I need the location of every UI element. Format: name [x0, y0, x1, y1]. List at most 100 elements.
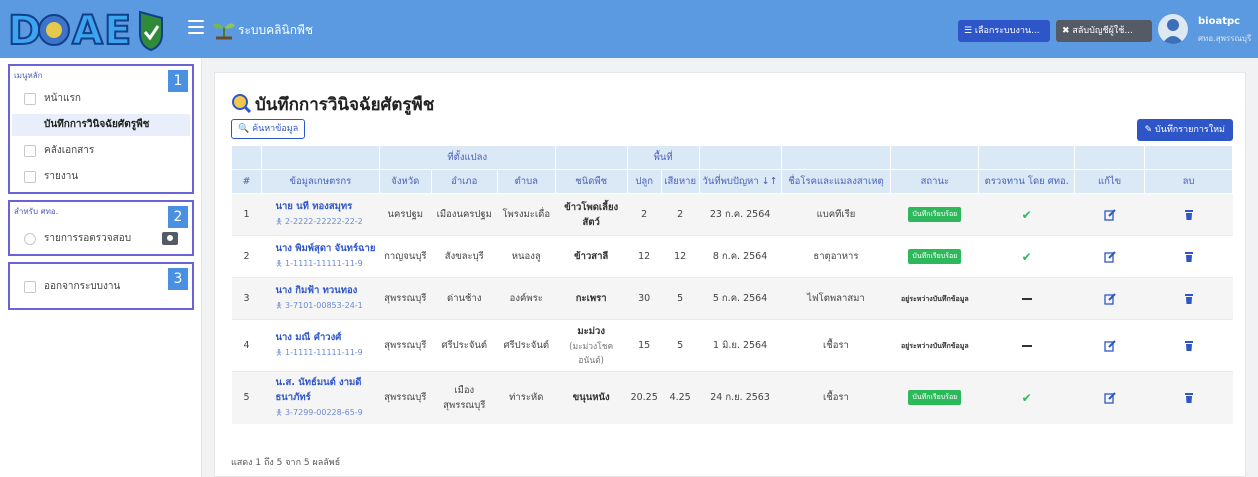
- subdistrict: โพรงมะเดื่อ: [502, 209, 551, 220]
- planted-area: 20.25: [630, 392, 658, 404]
- disease-name: ธาตุอาหาร: [813, 251, 859, 262]
- edit-icon[interactable]: [1103, 250, 1116, 263]
- table-row[interactable]: 2 นาง พิมพ์สุดา จันทร์ฉาย 🯅 1-1111-11111-1…: [231, 235, 1233, 278]
- district: ด่านช้าง: [447, 293, 482, 304]
- column-header[interactable]: วันที่พบปัญหา ↓↑: [698, 169, 782, 194]
- column-header[interactable]: แก้ไข: [1074, 169, 1146, 194]
- column-header[interactable]: จังหวัด: [378, 169, 432, 194]
- table-body: 1 นาย นที ทองสมุทร 🯅 2-2222-22222-22-2 นครป…: [231, 193, 1233, 424]
- plant-name: กะเพรา: [575, 293, 607, 304]
- damaged-area: 5: [677, 293, 684, 304]
- edit-icon[interactable]: [1103, 208, 1116, 221]
- edit-icon[interactable]: [1103, 292, 1116, 305]
- planted-area: 30: [638, 293, 651, 304]
- top-navbar: D A E ระบบคลินิกพืช ☰ เลือกระบบงาน... ✖ …: [0, 0, 1258, 58]
- found-date: 8 ก.ค. 2564: [712, 251, 768, 262]
- column-header[interactable]: ลบ: [1144, 169, 1233, 194]
- menu-toggle-icon[interactable]: [188, 20, 204, 34]
- select-system-button[interactable]: ☰ เลือกระบบงาน...: [958, 20, 1050, 42]
- column-header[interactable]: เสียหาย: [660, 169, 700, 194]
- trash-icon[interactable]: [1183, 293, 1195, 305]
- column-header[interactable]: ปลูก: [626, 169, 662, 194]
- status-badge: บันทึกเรียบร้อย: [908, 207, 962, 222]
- person-icon: 🯅: [275, 217, 286, 226]
- table-row[interactable]: 3 นาง กิมฟ้า ทวนทอง 🯅 3-7101-00853-24-1 สุพ…: [231, 277, 1233, 320]
- plant-name: ขนุนหนัง: [572, 392, 610, 404]
- app-title[interactable]: ระบบคลินิกพืช: [238, 21, 313, 40]
- pagination-info: แสดง 1 ถึง 5 จาก 5 ผลลัพธ์: [231, 458, 341, 468]
- table-row[interactable]: 4 นาง มณี คำวงศ์ 🯅 1-1111-11111-11-9 สุพรรณ…: [231, 319, 1233, 372]
- found-date: 1 มิ.ย. 2564: [713, 340, 768, 351]
- farmer-id: 🯅 1-1111-11111-11-9: [275, 348, 363, 357]
- province: นครปฐม: [387, 209, 424, 220]
- column-header[interactable]: อำเภอ: [430, 169, 498, 194]
- sidebar-item-reports[interactable]: รายงาน: [12, 166, 190, 188]
- content-card: บันทึกการวินิจฉัยศัตรูพืช 🔍 ค้นหาข้อมูล …: [214, 72, 1246, 477]
- trash-icon[interactable]: [1183, 251, 1195, 263]
- damaged-area: 12: [674, 251, 687, 262]
- section-number-badge: 2: [168, 206, 188, 228]
- plant-name: มะม่วง: [577, 326, 605, 337]
- doae-logo[interactable]: D A E: [6, 6, 186, 52]
- new-record-button[interactable]: ✎ บันทึกรายการใหม่: [1136, 119, 1233, 141]
- switch-account-button[interactable]: ✖ สลับบัญชีผู้ใช้...: [1056, 20, 1152, 42]
- page-title: บันทึกการวินิจฉัยศัตรูพืช: [255, 95, 435, 115]
- province: สุพรรณบุรี: [384, 340, 427, 351]
- sidebar-item-documents[interactable]: คลังเอกสาร: [12, 140, 190, 162]
- home-icon: [24, 93, 36, 105]
- svg-text:E: E: [104, 8, 131, 52]
- sidebar-section-main: เมนูหลัก 1 หน้าแรก บันทึกการวินิจฉัยศัตร…: [8, 64, 194, 194]
- check-icon: ✔: [1021, 249, 1032, 264]
- disease-name: แบคทีเรีย: [816, 209, 856, 220]
- district: สังขละบุรี: [444, 251, 484, 262]
- trash-icon[interactable]: [1183, 209, 1195, 221]
- sidebar-section-title: เมนูหลัก: [14, 71, 43, 80]
- farmer-name-link[interactable]: นาง มณี คำวงศ์: [275, 330, 376, 345]
- row-number: 4: [243, 340, 250, 351]
- table-column-header: # ข้อมูลเกษตรกร จังหวัด อำเภอ ตำบล ชนิดพืช ปลู…: [231, 169, 1233, 194]
- farmer-name-link[interactable]: นาง พิมพ์สุดา จันทร์ฉาย: [275, 241, 376, 256]
- farmer-name-link[interactable]: นาง กิมฟ้า ทวนทอง: [275, 283, 376, 298]
- column-header[interactable]: ชนิดพืช: [554, 169, 628, 194]
- plant-variety: (มะม่วงโชคอนันต์): [569, 342, 614, 366]
- sidebar-item-pending-review[interactable]: รายการรอตรวจสอบ: [12, 228, 190, 250]
- column-header[interactable]: #: [231, 169, 262, 194]
- farmer-name-link[interactable]: น.ส. นัทธ์มนต์ งามดีธนาภัทร์: [275, 375, 376, 405]
- column-header[interactable]: ตรวจทาน โดย ศทอ.: [978, 169, 1076, 194]
- district: เมืองสุพรรณบุรี: [443, 384, 486, 411]
- farmer-id: 🯅 3-7299-00228-65-9: [275, 407, 363, 417]
- group-header-area: พื้นที่: [626, 145, 700, 170]
- planted-area: 15: [638, 340, 651, 351]
- farmer-name-link[interactable]: นาย นที ทองสมุทร: [275, 199, 376, 214]
- sidebar-item-label: รายการรอตรวจสอบ: [44, 233, 132, 244]
- province: สุพรรณบุรี: [384, 392, 427, 404]
- column-header[interactable]: สถานะ: [890, 169, 980, 194]
- planted-area: 2: [641, 209, 648, 220]
- column-header[interactable]: ข้อมูลเกษตรกร: [260, 169, 380, 194]
- table-row[interactable]: 5 น.ส. นัทธ์มนต์ งามดีธนาภัทร์ 🯅 3-7299-00…: [231, 371, 1233, 424]
- sidebar-item-label: คลังเอกสาร: [44, 145, 95, 156]
- column-header[interactable]: ชื่อโรคและแมลงสาเหตุ: [780, 169, 892, 194]
- sidebar-item-home[interactable]: หน้าแรก: [12, 88, 190, 110]
- logout-icon: [24, 281, 36, 293]
- plant-name: ข้าวโพดเลี้ยงสัตว์: [564, 201, 619, 228]
- search-button[interactable]: 🔍 ค้นหาข้อมูล: [231, 119, 306, 139]
- table-row[interactable]: 1 นาย นที ทองสมุทร 🯅 2-2222-22222-22-2 นครป…: [231, 193, 1233, 236]
- sidebar-item-logout[interactable]: ออกจากระบบงาน: [12, 276, 190, 298]
- trash-icon[interactable]: [1183, 392, 1195, 404]
- column-header[interactable]: ตำบล: [496, 169, 556, 194]
- row-number: 2: [243, 251, 250, 262]
- disease-name: เชื้อรา: [823, 392, 849, 404]
- status-badge: บันทึกเรียบร้อย: [908, 390, 962, 406]
- user-office: ศทอ.สุพรรณบุรี: [1198, 34, 1252, 43]
- trash-icon[interactable]: [1183, 340, 1195, 352]
- damaged-area: 2: [677, 209, 684, 220]
- avatar[interactable]: [1158, 14, 1188, 44]
- plant-clinic-icon: [213, 23, 235, 40]
- edit-icon[interactable]: [1103, 339, 1116, 352]
- found-date: 23 ก.ค. 2564: [709, 209, 771, 220]
- edit-icon[interactable]: [1103, 392, 1116, 404]
- sidebar-item-diagnosis[interactable]: บันทึกการวินิจฉัยศัตรูพืช: [12, 114, 190, 136]
- status-badge: อยู่ระหว่างบันทึกข้อมูล: [900, 294, 969, 303]
- sidebar: เมนูหลัก 1 หน้าแรก บันทึกการวินิจฉัยศัตร…: [0, 58, 202, 477]
